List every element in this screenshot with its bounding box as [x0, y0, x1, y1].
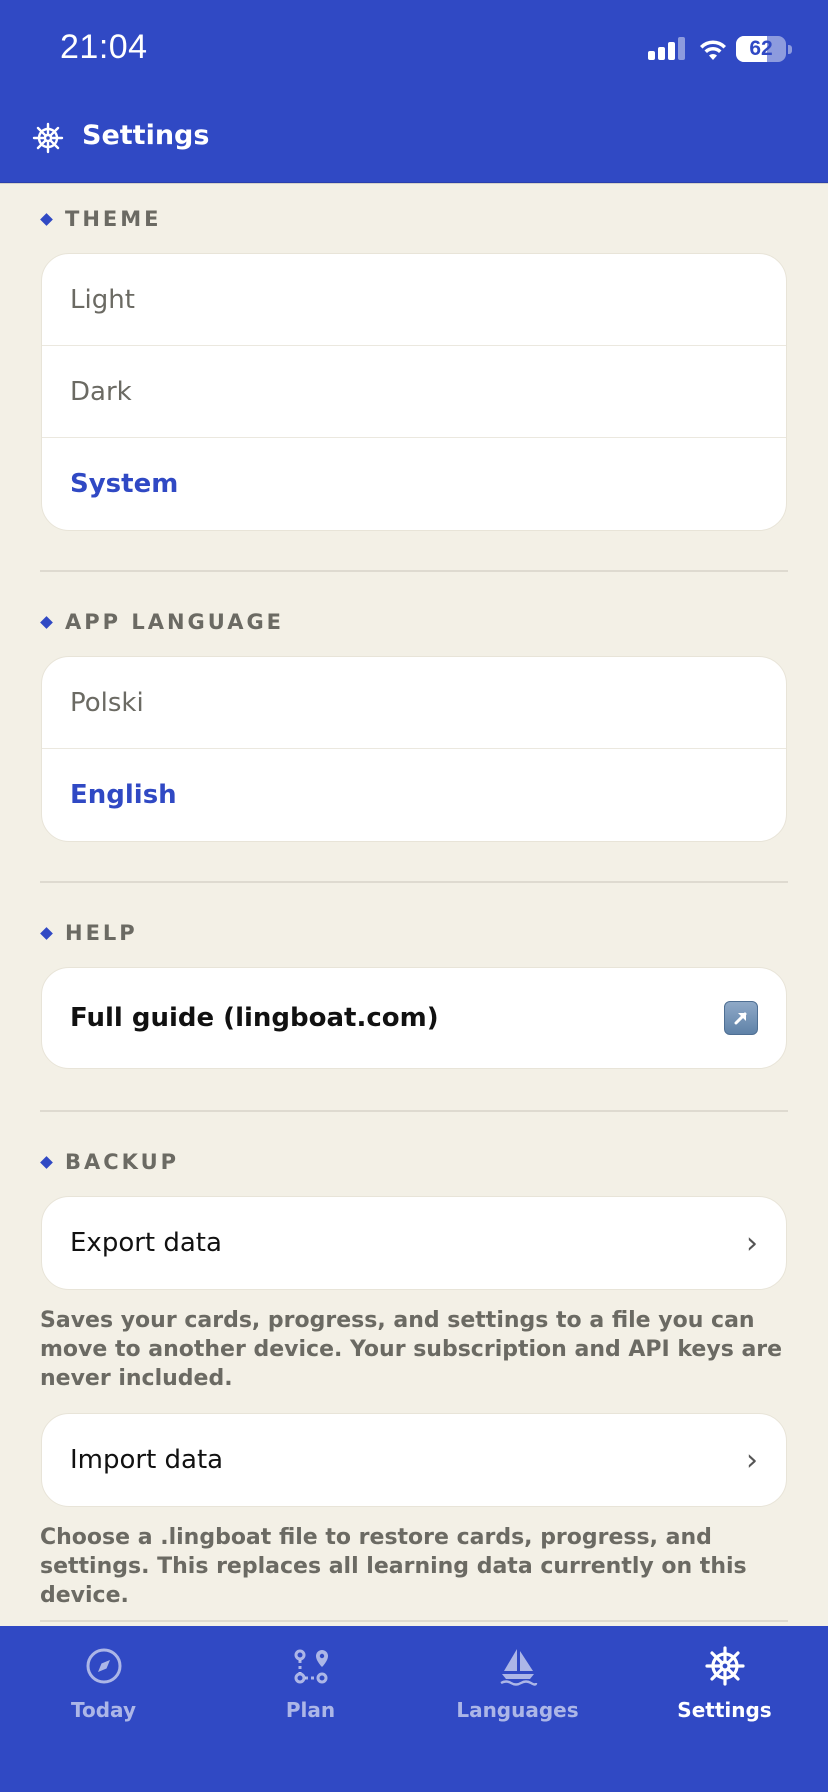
status-icons: 62 — [648, 34, 798, 66]
tab-label: Today — [71, 1698, 136, 1722]
import-card: Import data › — [41, 1413, 787, 1507]
external-link-icon — [724, 1001, 758, 1035]
section-label-help: HELP — [40, 918, 138, 948]
page-title: Settings — [82, 120, 210, 151]
tab-label: Plan — [285, 1698, 336, 1722]
tab-languages[interactable]: Languages — [414, 1626, 621, 1746]
diamond-icon — [40, 615, 53, 629]
wifi-icon — [700, 40, 726, 60]
language-options-card: Polski English — [41, 656, 787, 842]
status-time: 21:04 — [60, 28, 148, 66]
theme-options-card: Light Dark System — [41, 253, 787, 531]
export-data-button[interactable]: Export data › — [42, 1197, 786, 1289]
diamond-icon — [40, 212, 53, 226]
section-label-app-language: APP LANGUAGE — [40, 607, 284, 637]
import-data-button[interactable]: Import data › — [42, 1414, 786, 1506]
language-option-english[interactable]: English — [42, 749, 786, 841]
ship-wheel-icon — [32, 122, 64, 154]
export-description: Saves your cards, progress, and settings… — [40, 1308, 783, 1391]
tab-bar: Today Plan Languages Settings — [0, 1626, 828, 1792]
theme-option-light[interactable]: Light — [42, 254, 786, 346]
chevron-right-icon: › — [746, 1225, 758, 1261]
battery-icon: 62 — [736, 36, 786, 62]
theme-option-system[interactable]: System — [42, 438, 786, 530]
theme-option-dark[interactable]: Dark — [42, 346, 786, 438]
tab-label: Settings — [677, 1698, 772, 1722]
sailboat-icon — [499, 1649, 537, 1686]
tab-label: Languages — [456, 1698, 579, 1722]
header-divider — [0, 182, 828, 184]
full-guide-label: Full guide (lingboat.com) — [70, 1003, 439, 1033]
section-divider — [40, 1620, 788, 1622]
route-icon — [294, 1649, 328, 1684]
full-guide-link[interactable]: Full guide (lingboat.com) — [42, 968, 786, 1068]
import-data-label: Import data — [70, 1445, 224, 1475]
section-label-theme: THEME — [40, 204, 162, 234]
compass-icon — [86, 1648, 121, 1684]
battery-percent: 62 — [749, 37, 773, 60]
top-bar: 21:04 62 Settings — [0, 0, 828, 183]
tab-settings[interactable]: Settings — [621, 1626, 828, 1746]
diamond-icon — [40, 1155, 53, 1169]
section-divider — [40, 570, 788, 572]
export-data-label: Export data — [70, 1228, 222, 1258]
import-description: Choose a .lingboat file to restore cards… — [40, 1525, 747, 1608]
section-divider — [40, 1110, 788, 1112]
ship-wheel-icon — [704, 1646, 745, 1686]
diamond-icon — [40, 926, 53, 940]
language-option-polski[interactable]: Polski — [42, 657, 786, 749]
section-label-backup: BACKUP — [40, 1147, 179, 1177]
chevron-right-icon: › — [746, 1442, 758, 1478]
export-card: Export data › — [41, 1196, 787, 1290]
tab-plan[interactable]: Plan — [207, 1626, 414, 1746]
help-card: Full guide (lingboat.com) — [41, 967, 787, 1069]
section-divider — [40, 881, 788, 883]
tab-today[interactable]: Today — [0, 1626, 207, 1746]
